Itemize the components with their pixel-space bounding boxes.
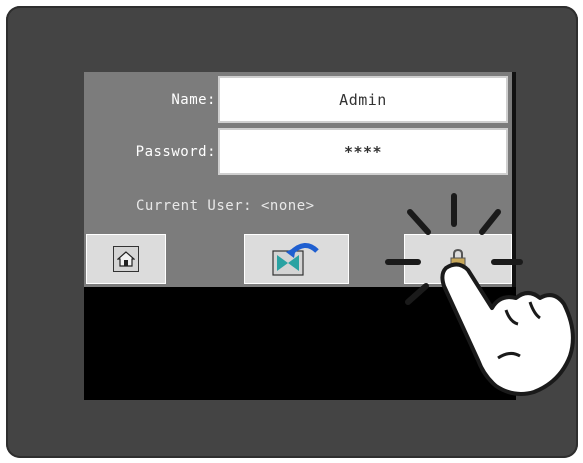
name-label: Name:: [171, 92, 216, 108]
password-field[interactable]: ****: [218, 128, 508, 175]
name-field[interactable]: Admin: [218, 76, 508, 123]
password-label: Password:: [135, 144, 216, 160]
home-button[interactable]: [86, 234, 166, 284]
home-icon: [113, 246, 139, 272]
current-user-text: Current User: <none>: [136, 198, 315, 214]
exit-screen-button[interactable]: [244, 234, 349, 284]
exit-screen-icon: [269, 241, 325, 277]
pointing-hand-icon: [385, 193, 575, 396]
